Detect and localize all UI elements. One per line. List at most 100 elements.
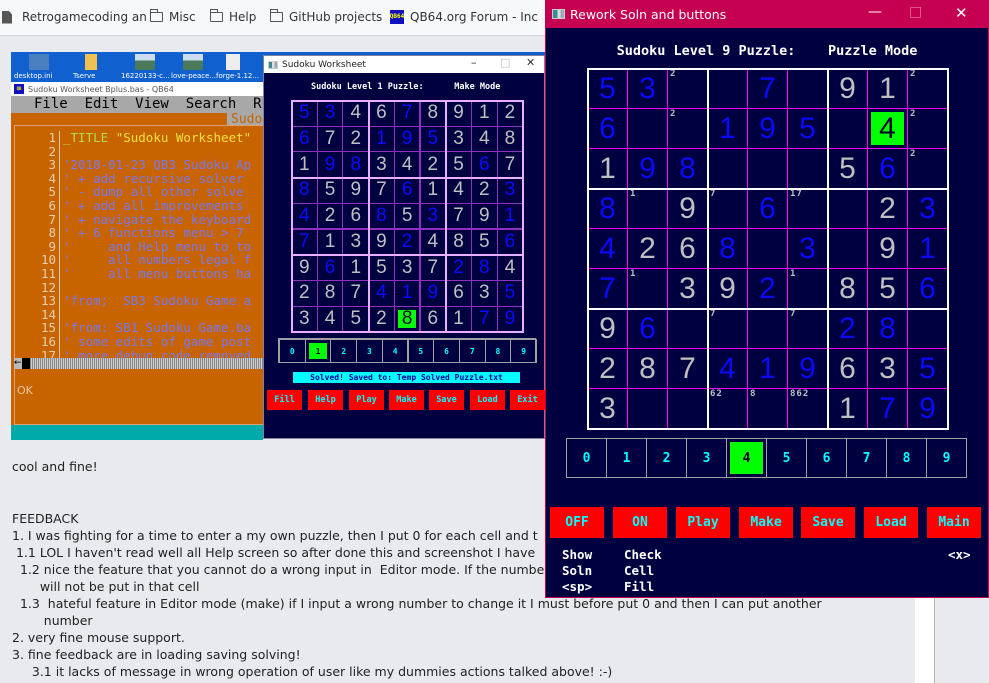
grid-cell[interactable]: 7 xyxy=(393,100,421,127)
close-button[interactable]: ✕ xyxy=(955,4,968,22)
grid-cell[interactable]: 3 xyxy=(368,151,395,179)
grid-cell[interactable]: 5 xyxy=(787,108,828,149)
grid-cell[interactable]: 7 xyxy=(291,228,318,256)
digit-button-6[interactable]: 6 xyxy=(806,438,847,478)
grid-cell[interactable]: 3 xyxy=(587,388,628,429)
grid-cell[interactable]: 1 xyxy=(470,100,498,127)
digit-button-9[interactable]: 9 xyxy=(926,438,967,478)
minimize-button[interactable]: – xyxy=(471,56,477,69)
grid-cell[interactable]: 4 xyxy=(867,108,908,149)
grid-cell[interactable]: 5 xyxy=(827,148,868,189)
grid-cell[interactable]: 6 xyxy=(827,348,868,389)
qb64-menu-bar[interactable]: File Edit View Search Ru xyxy=(11,96,263,113)
grid-cell[interactable]: 2 xyxy=(316,202,344,230)
grid-cell[interactable]: 9 xyxy=(342,177,370,204)
grid-cell[interactable] xyxy=(907,308,948,349)
grid-cell[interactable]: 2 xyxy=(867,188,908,229)
grid-cell[interactable]: 3 xyxy=(291,305,318,333)
grid-cell[interactable]: 8 xyxy=(291,177,318,204)
grid-cell[interactable]: 7 xyxy=(667,348,708,389)
grid-cell[interactable] xyxy=(827,188,868,229)
grid-cell[interactable]: 2 xyxy=(627,228,668,269)
grid-cell[interactable]: 2 xyxy=(907,68,948,109)
grid-cell[interactable]: 4 xyxy=(316,305,344,333)
grid-cell[interactable]: 5 xyxy=(393,202,421,230)
grid-cell[interactable]: 9 xyxy=(393,125,421,153)
grid-cell[interactable]: 2 xyxy=(470,177,498,204)
grid-cell[interactable]: 3 xyxy=(470,279,498,307)
grid-cell[interactable]: 6 xyxy=(496,228,524,256)
digit-button-4[interactable]: 4 xyxy=(726,438,767,478)
grid-cell[interactable]: 6 xyxy=(342,202,370,230)
digit-button-7[interactable]: 7 xyxy=(458,339,486,363)
code-editor[interactable]: 1 _TITLE "Sudoku Worksheet" 2 3'2018-01-23 … xyxy=(14,125,263,425)
exit-button[interactable]: Exit xyxy=(510,390,545,410)
off-button[interactable]: OFF xyxy=(550,507,604,538)
grid-cell[interactable]: 8 xyxy=(496,125,524,153)
play-button[interactable]: Play xyxy=(676,507,730,538)
grid-cell[interactable]: 9 xyxy=(419,279,447,307)
grid-cell[interactable]: 9 xyxy=(787,348,828,389)
grid-cell[interactable]: 8 xyxy=(587,188,628,229)
grid-cell[interactable]: 2 xyxy=(587,348,628,389)
grid-cell[interactable]: 2 xyxy=(342,125,370,153)
grid-cell[interactable]: 9 xyxy=(867,228,908,269)
grid-cell[interactable]: 8 xyxy=(393,305,421,333)
bookmark-help[interactable]: Help xyxy=(210,9,256,24)
bookmark-qb64-forum[interactable]: QB64 QB64.org Forum - Inc xyxy=(390,10,538,24)
grid-cell[interactable]: 3 xyxy=(316,100,344,127)
grid-cell[interactable]: 8 xyxy=(419,100,447,127)
grid-cell[interactable]: 3 xyxy=(342,228,370,256)
save-button[interactable]: Save xyxy=(801,507,855,538)
grid-cell[interactable]: 1 xyxy=(627,268,668,309)
grid-cell[interactable]: 9 xyxy=(827,68,868,109)
grid-cell[interactable]: 7 xyxy=(316,125,344,153)
digit-button-7[interactable]: 7 xyxy=(846,438,887,478)
make-button[interactable]: Make xyxy=(389,390,424,410)
grid-cell[interactable]: 1 xyxy=(291,151,318,179)
sudoku-grid[interactable]: 5346789126721953481983425678597614234268… xyxy=(291,100,525,334)
grid-cell[interactable]: 6 xyxy=(667,228,708,269)
grid-cell[interactable]: 9 xyxy=(587,308,628,349)
grid-cell[interactable]: 8 xyxy=(627,348,668,389)
grid-cell[interactable]: 17 xyxy=(787,188,828,229)
maximize-button[interactable]: □ xyxy=(909,4,922,20)
grid-cell[interactable] xyxy=(787,68,828,109)
grid-cell[interactable]: 6 xyxy=(747,188,788,229)
grid-cell[interactable]: 9 xyxy=(496,305,524,333)
grid-cell[interactable]: 4 xyxy=(707,348,748,389)
play-button[interactable]: Play xyxy=(349,390,384,410)
grid-cell[interactable]: 9 xyxy=(667,188,708,229)
grid-cell[interactable]: 5 xyxy=(907,348,948,389)
digit-button-6[interactable]: 6 xyxy=(433,339,460,363)
grid-cell[interactable]: 6 xyxy=(316,254,344,281)
bookmark-retrogamecoding[interactable]: Retrogamecoding an xyxy=(2,10,147,24)
grid-cell[interactable]: 6 xyxy=(393,177,421,204)
grid-cell[interactable]: 2 xyxy=(393,228,421,256)
grid-cell[interactable] xyxy=(667,308,708,349)
grid-cell[interactable]: 2 xyxy=(496,100,524,127)
grid-cell[interactable]: 4 xyxy=(393,151,421,179)
grid-cell[interactable]: 8 xyxy=(747,388,788,429)
grid-cell[interactable]: 1 xyxy=(707,108,748,149)
grid-cell[interactable]: 9 xyxy=(316,151,344,179)
grid-cell[interactable]: 7 xyxy=(342,279,370,307)
grid-cell[interactable]: 6 xyxy=(587,108,628,149)
grid-cell[interactable]: 5 xyxy=(342,305,370,333)
grid-cell[interactable]: 5 xyxy=(419,125,447,153)
grid-cell[interactable] xyxy=(747,148,788,189)
grid-cell[interactable]: 3 xyxy=(627,68,668,109)
grid-cell[interactable]: 1 xyxy=(907,228,948,269)
grid-cell[interactable]: 62 xyxy=(707,388,748,429)
grid-cell[interactable]: 8 xyxy=(470,254,498,281)
grid-cell[interactable]: 9 xyxy=(747,108,788,149)
scroll-thumb[interactable] xyxy=(22,358,30,369)
grid-cell[interactable]: 5 xyxy=(291,100,318,127)
grid-cell[interactable]: 4 xyxy=(368,279,395,307)
grid-cell[interactable]: 9 xyxy=(707,268,748,309)
grid-cell[interactable]: 1 xyxy=(587,148,628,189)
grid-cell[interactable]: 6 xyxy=(907,268,948,309)
grid-cell[interactable]: 2 xyxy=(907,148,948,189)
grid-cell[interactable]: 7 xyxy=(747,68,788,109)
grid-cell[interactable]: 4 xyxy=(445,177,472,204)
